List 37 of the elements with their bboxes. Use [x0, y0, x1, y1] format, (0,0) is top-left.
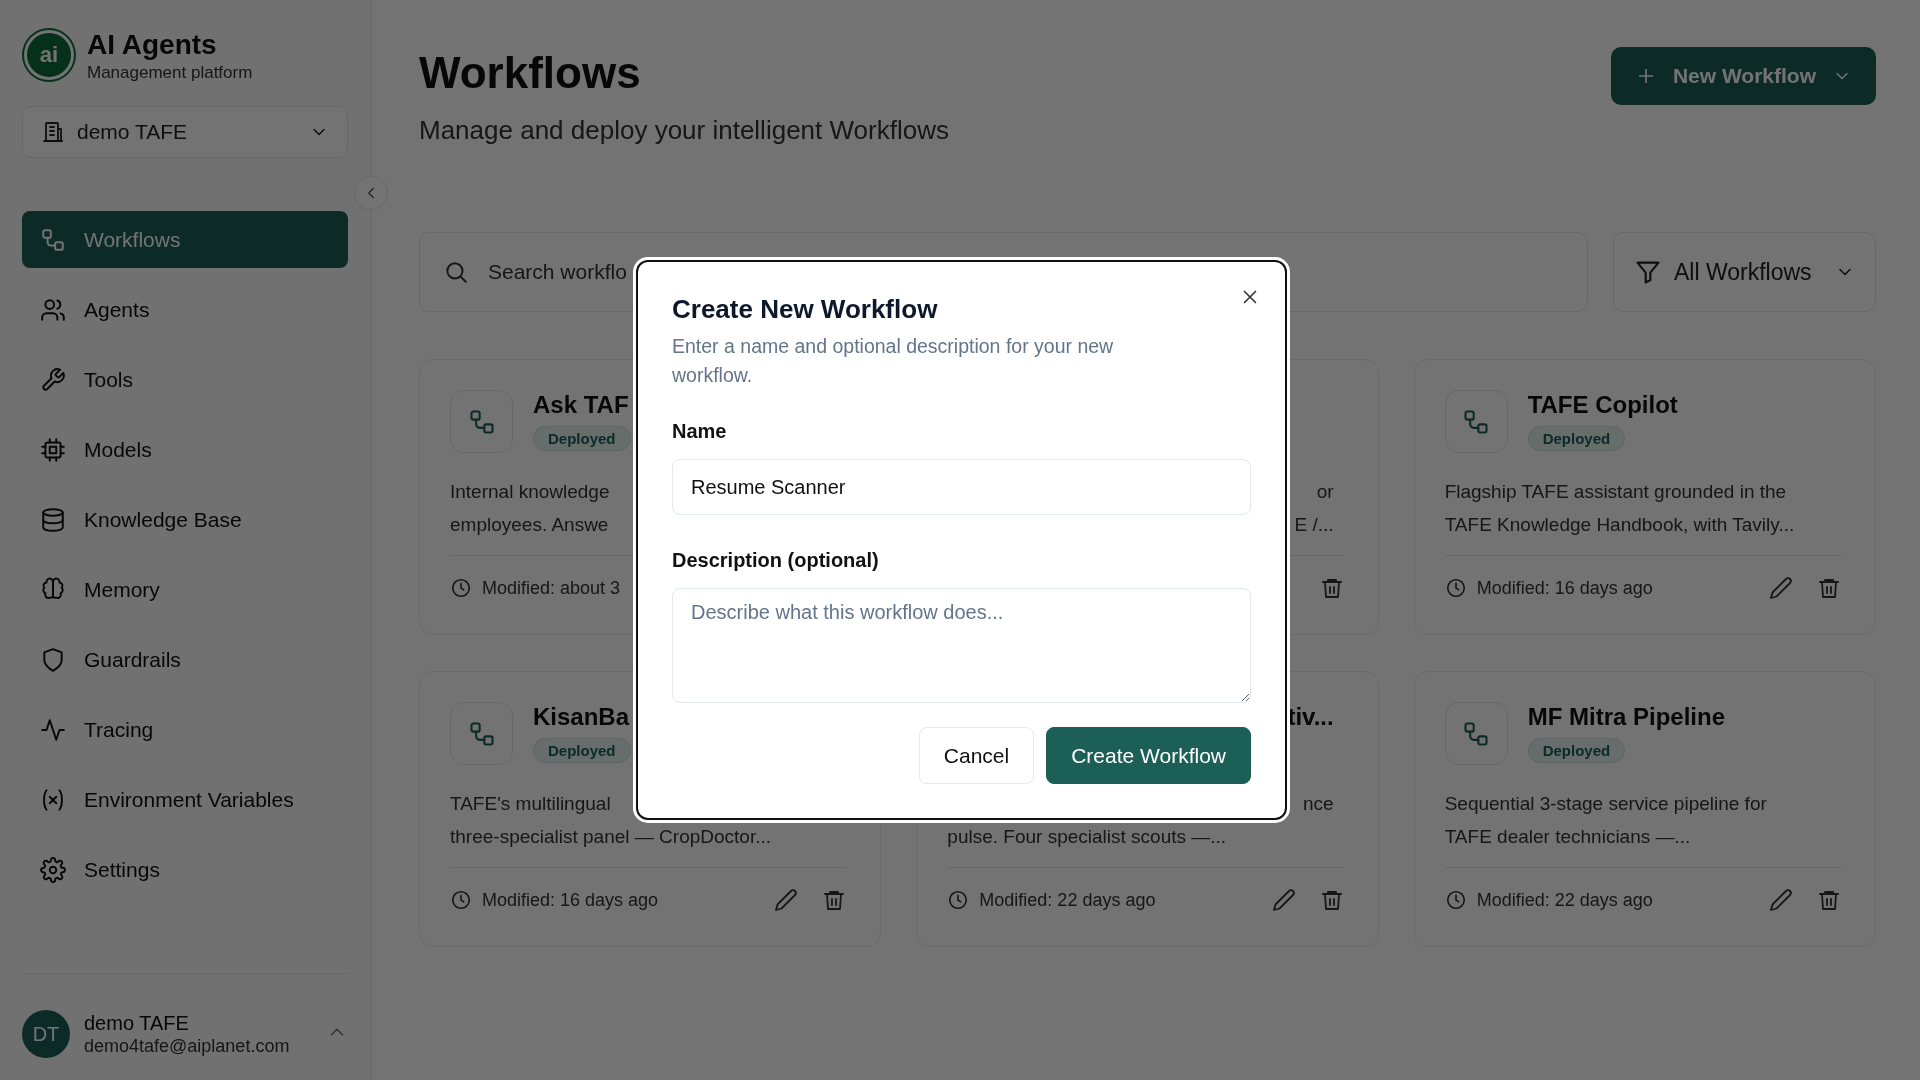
workflow-title: Ask TAF: [533, 390, 629, 420]
app-name: AI Agents: [87, 28, 218, 62]
modified-time: Modified: 22 days ago: [1476, 889, 1653, 911]
page-subtitle: Manage and deploy your intelligent Workflows: [419, 115, 949, 146]
user-email: demo4tafe@aiplanet.com: [84, 1036, 290, 1057]
status-badge: Deployed: [533, 426, 631, 451]
workflow-description: TAFE dealer technicians —...: [1444, 825, 1691, 849]
workflow-description: E /...: [1294, 513, 1335, 537]
workflow-description: or: [1316, 480, 1335, 504]
field-label: Name: [672, 420, 728, 443]
workflow-description: Flagship TAFE assistant grounded in the: [1444, 480, 1787, 504]
modified-time: Modified: 22 days ago: [979, 889, 1156, 911]
workflow-description: TAFE Knowledge Handbook, with Tavily...: [1444, 513, 1795, 537]
user-avatar: DT: [22, 1010, 70, 1058]
workflow-description: Internal knowledge: [450, 480, 610, 504]
dialog-description: Enter a name and optional description for your new workflow.: [672, 334, 1115, 388]
modified-time: Modified: 16 days ago: [1476, 577, 1653, 599]
field-label: Description (optional): [672, 549, 880, 572]
workflow-description: nce: [1303, 792, 1335, 816]
workflow-description: pulse. Four specialist scouts —...: [947, 825, 1227, 849]
workflow-title: KisanBa: [533, 702, 630, 732]
workflow-description: TAFE's multilingual: [450, 792, 611, 816]
logo: ai: [24, 30, 74, 80]
workflow-description: employees. Answe: [450, 513, 609, 537]
dialog-title: Create New Workflow: [672, 293, 939, 326]
modified-time: Modified: 16 days ago: [482, 889, 659, 911]
status-badge: Deployed: [1527, 738, 1626, 763]
page-title: Workflows: [419, 47, 642, 99]
workflow-description: three-specialist panel — CropDoctor...: [450, 825, 772, 849]
status-badge: Deployed: [1527, 426, 1626, 451]
modified-time: Modified: about 3: [482, 577, 621, 599]
workflow-title: MF Mitra Pipeline: [1527, 702, 1725, 732]
user-name: demo TAFE: [84, 1011, 190, 1036]
workflow-title: TAFE Copilot: [1527, 390, 1678, 420]
app-tagline: Management platform: [87, 62, 253, 84]
status-badge: Deployed: [533, 738, 631, 763]
workflow-description: Sequential 3-stage service pipeline for: [1444, 792, 1767, 816]
